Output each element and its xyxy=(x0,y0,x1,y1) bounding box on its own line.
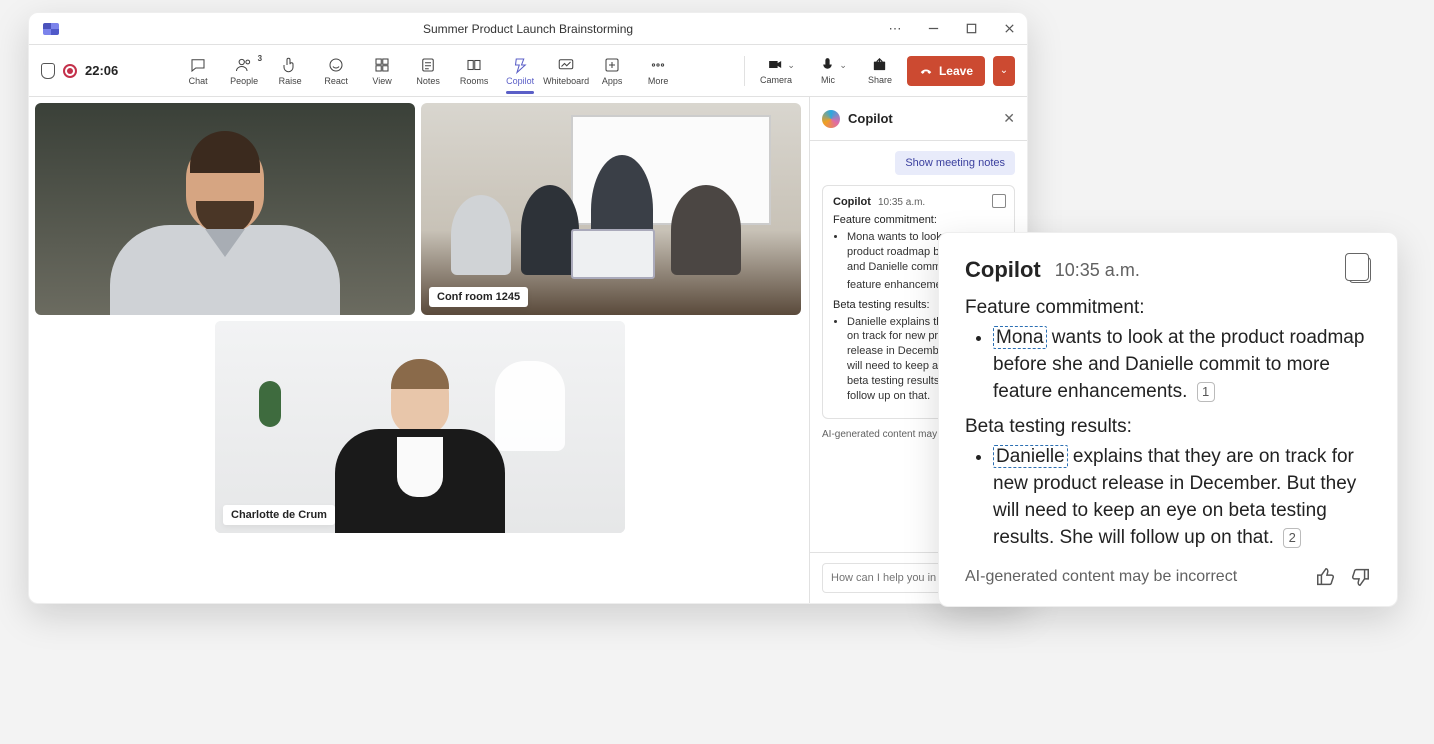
message-author: Copilot xyxy=(965,257,1041,283)
toolbar-center: Chat 3 People Raise React View Notes xyxy=(176,54,680,88)
toolbar-right: ⌄ Camera ⌄ Mic Share Leave ⌄ xyxy=(751,56,1015,86)
titlebar: Summer Product Launch Brainstorming ⋯ xyxy=(29,13,1027,45)
shield-icon xyxy=(41,63,55,79)
section-heading: Feature commitment: xyxy=(965,297,1371,319)
apps-button[interactable]: Apps xyxy=(590,54,634,88)
raise-hand-button[interactable]: Raise xyxy=(268,54,312,88)
message-time: 10:35 a.m. xyxy=(878,197,925,208)
copy-icon[interactable] xyxy=(992,194,1006,208)
mention-chip[interactable]: Mona xyxy=(993,326,1047,349)
view-button[interactable]: View xyxy=(360,54,404,88)
copy-icon[interactable] xyxy=(1349,257,1371,283)
meeting-timer: 22:06 xyxy=(85,63,118,78)
video-tile[interactable] xyxy=(35,103,415,315)
camera-button[interactable]: ⌄ Camera xyxy=(751,56,801,85)
window-title: Summer Product Launch Brainstorming xyxy=(29,22,1027,36)
popout-header: Copilot 10:35 a.m. xyxy=(965,257,1371,283)
share-button[interactable]: Share xyxy=(855,56,905,85)
leave-chevron-button[interactable]: ⌄ xyxy=(993,56,1015,86)
whiteboard-button[interactable]: Whiteboard xyxy=(544,54,588,88)
participant-video xyxy=(215,321,625,533)
video-tile[interactable]: Charlotte de Crum xyxy=(215,321,625,533)
feedback-buttons xyxy=(1315,566,1371,588)
hangup-icon xyxy=(919,64,933,78)
thumbs-up-icon[interactable] xyxy=(1315,566,1337,588)
close-panel-button[interactable]: ✕ xyxy=(1003,110,1015,127)
leave-button[interactable]: Leave xyxy=(907,56,985,86)
copilot-logo-icon xyxy=(822,110,840,128)
popout-footer: AI-generated content may be incorrect xyxy=(965,566,1371,588)
copilot-panel-title: Copilot xyxy=(848,111,893,126)
mention-chip[interactable]: Danielle xyxy=(993,445,1068,468)
participant-video xyxy=(421,103,801,315)
copilot-message-popout: Copilot 10:35 a.m. Feature commitment: M… xyxy=(938,232,1398,607)
mic-button[interactable]: ⌄ Mic xyxy=(803,56,853,85)
citation-badge[interactable]: 2 xyxy=(1283,528,1301,548)
video-stage: Conf room 1245 Charlotte de Crum xyxy=(29,97,809,603)
video-tile[interactable]: Conf room 1245 xyxy=(421,103,801,315)
show-meeting-notes-button[interactable]: Show meeting notes xyxy=(895,151,1015,175)
chevron-down-icon[interactable]: ⌄ xyxy=(787,60,795,71)
meeting-body: Conf room 1245 Charlotte de Crum Copilot… xyxy=(29,97,1027,603)
toolbar-separator xyxy=(744,56,745,86)
leave-group: Leave ⌄ xyxy=(907,56,1015,86)
notes-button[interactable]: Notes xyxy=(406,54,450,88)
message-time: 10:35 a.m. xyxy=(1055,260,1140,281)
more-button[interactable]: More xyxy=(636,54,680,88)
thumbs-down-icon[interactable] xyxy=(1349,566,1371,588)
people-button[interactable]: 3 People xyxy=(222,54,266,88)
rooms-button[interactable]: Rooms xyxy=(452,54,496,88)
chat-button[interactable]: Chat xyxy=(176,54,220,88)
copilot-panel-header: Copilot ✕ xyxy=(810,97,1027,141)
recording-status: 22:06 xyxy=(41,63,118,79)
record-icon xyxy=(63,64,77,78)
tile-name-tag: Charlotte de Crum xyxy=(223,505,335,525)
participant-video xyxy=(35,103,415,315)
chevron-down-icon[interactable]: ⌄ xyxy=(839,60,847,71)
section-heading: Beta testing results: xyxy=(965,416,1371,438)
section-heading: Feature commitment: xyxy=(833,214,1004,226)
bullet-item: Danielle explains that they are on track… xyxy=(993,444,1371,552)
meeting-toolbar: 22:06 Chat 3 People Raise React V xyxy=(29,45,1027,97)
ai-disclaimer: AI-generated content may be incorrect xyxy=(965,568,1237,586)
copilot-button[interactable]: Copilot xyxy=(498,54,542,88)
react-button[interactable]: React xyxy=(314,54,358,88)
meeting-window: Summer Product Launch Brainstorming ⋯ 22… xyxy=(28,12,1028,604)
tile-name-tag: Conf room 1245 xyxy=(429,287,528,307)
citation-badge[interactable]: 1 xyxy=(1197,382,1215,402)
bullet-item: Mona wants to look at the product roadma… xyxy=(993,325,1371,406)
message-author: Copilot xyxy=(833,196,871,208)
